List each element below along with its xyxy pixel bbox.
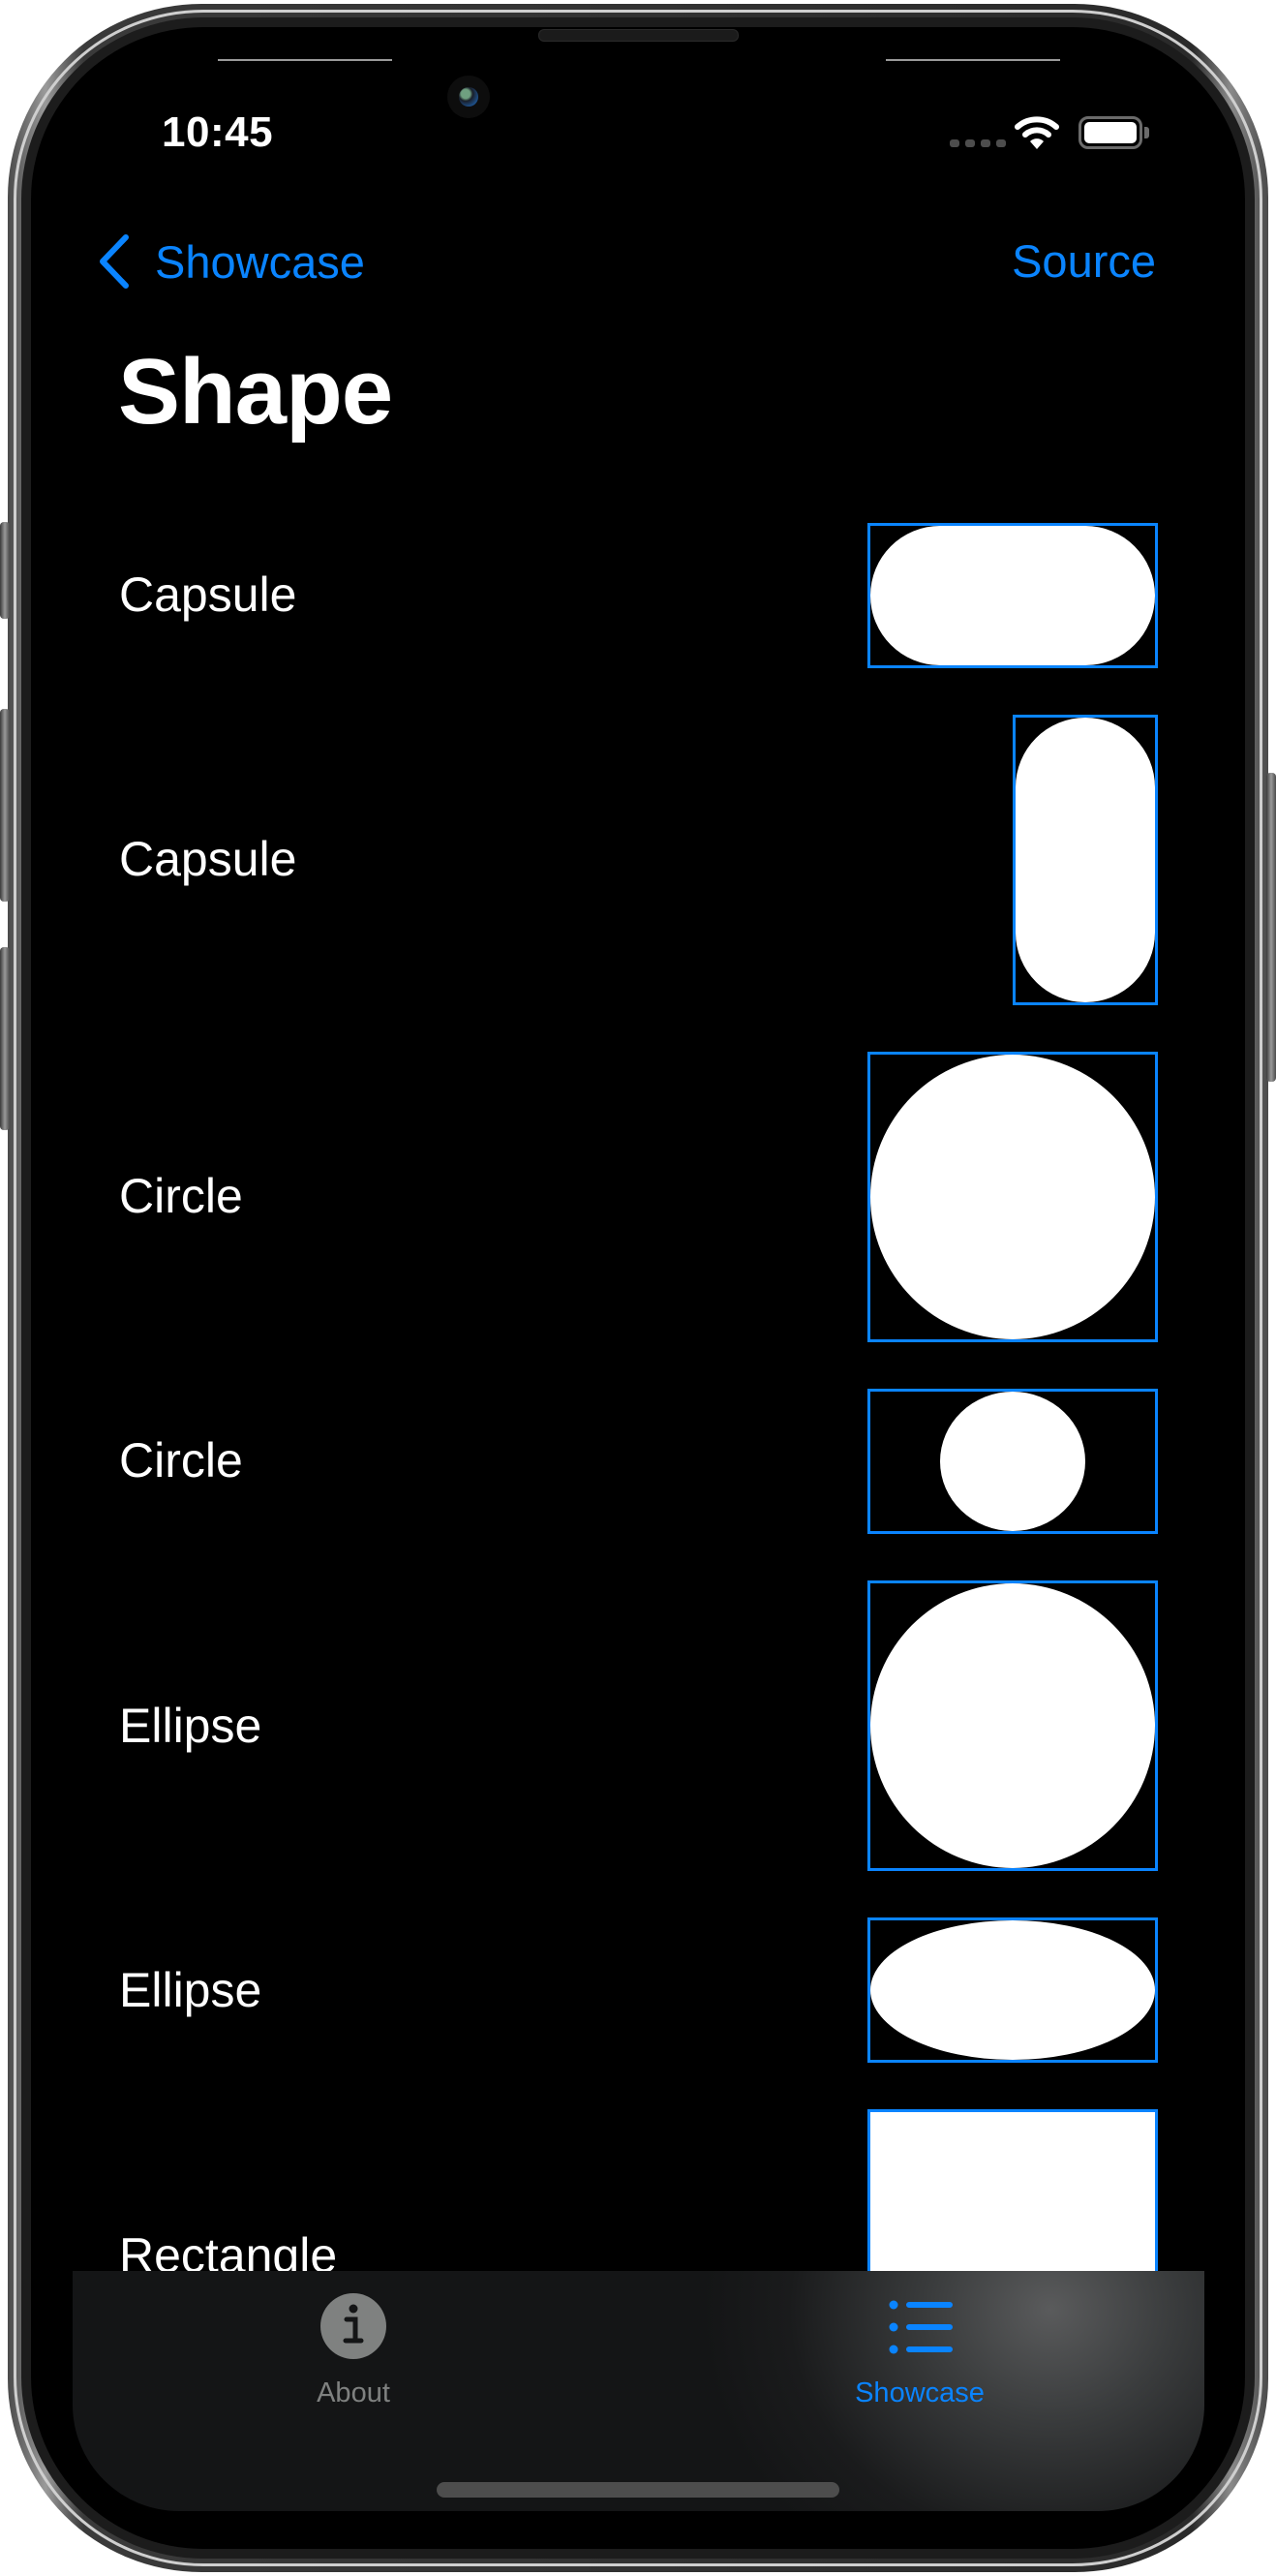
circle-shape [870,1055,1155,1339]
tab-bar: About Showcase [73,2271,1204,2511]
row-label: Capsule [119,832,297,886]
back-button-label: Showcase [155,235,365,288]
tab-showcase-label: Showcase [855,2377,985,2408]
status-time: 10:45 [162,108,274,156]
row-label: Circle [119,1169,243,1223]
ellipse-shape [870,1583,1155,1868]
shape-frame [1013,715,1158,1005]
cellular-signal-icon [950,139,1006,147]
tab-about[interactable]: About [208,2271,499,2436]
shape-frame [867,1389,1158,1534]
shape-frame [867,523,1158,668]
row-label: Ellipse [119,1699,262,1753]
tab-about-label: About [317,2377,390,2408]
front-camera [447,76,490,118]
page-title: Shape [118,340,393,444]
chevron-left-icon [100,234,129,289]
capsule-shape [870,526,1155,665]
volume-down-button [0,947,10,1130]
shape-frame [867,1917,1158,2063]
source-button[interactable]: Source [1012,234,1156,288]
row-label: Capsule [119,567,297,622]
antenna-line [218,59,392,61]
volume-up-button [0,709,10,902]
info-circle-icon [320,2293,386,2359]
speaker-grill [538,29,739,42]
row-label: Circle [119,1433,243,1487]
shape-frame [867,1052,1158,1342]
home-indicator[interactable] [437,2482,839,2498]
list-bullet-icon [889,2300,953,2354]
shape-frame [867,1580,1158,1871]
battery-tip [1144,127,1149,138]
wifi-icon [1015,116,1059,149]
capsule-shape [1016,718,1155,1002]
battery-icon [1079,116,1142,149]
row-label: Ellipse [119,1963,262,2017]
ellipse-shape [870,1920,1155,2060]
action-button [0,522,10,619]
antenna-line [886,59,1060,61]
circle-shape [940,1392,1085,1531]
back-button[interactable]: Showcase [97,232,365,291]
power-button [1266,773,1276,1082]
tab-showcase[interactable]: Showcase [775,2271,1065,2436]
